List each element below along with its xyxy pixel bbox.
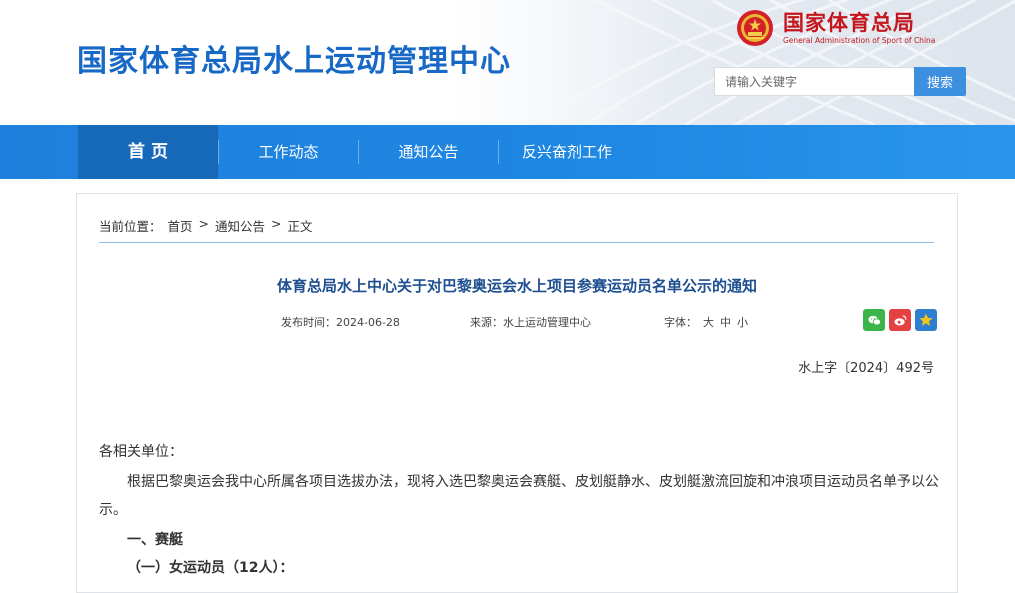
favorite-star-icon[interactable] (915, 309, 937, 331)
breadcrumb-separator: > (271, 216, 282, 231)
breadcrumb-separator: > (198, 216, 210, 231)
document-number: 水上字〔2024〕492号 (798, 361, 934, 376)
main-nav: 首 页 工作动态 通知公告 反兴奋剂工作 (0, 125, 1015, 179)
weibo-share-icon[interactable] (889, 309, 911, 331)
section-heading-rowing: 一、赛艇 (127, 532, 183, 548)
search-button[interactable]: 搜索 (914, 67, 966, 96)
font-size-large[interactable]: 大 (703, 314, 714, 330)
font-size-medium[interactable]: 中 (720, 314, 731, 330)
search-bar: 搜索 (714, 67, 966, 96)
breadcrumb-home[interactable]: 首页 (168, 216, 193, 235)
brand-name-en: General Administration of Sport of China (783, 36, 936, 45)
article-title: 体育总局水上中心关于对巴黎奥运会水上项目参赛运动员名单公示的通知 (276, 277, 757, 295)
font-size-small[interactable]: 小 (737, 314, 748, 330)
breadcrumb-notices[interactable]: 通知公告 (215, 216, 265, 235)
nav-item-notices[interactable]: 通知公告 (359, 125, 498, 179)
national-emblem-icon (737, 10, 773, 46)
nav-item-work-news[interactable]: 工作动态 (219, 125, 358, 179)
breadcrumb-divider (99, 242, 934, 243)
article-source: 来源：水上运动管理中心 (470, 316, 591, 329)
wechat-share-icon[interactable] (863, 309, 885, 331)
article-container: 当前位置： 首页 > 通知公告 > 正文 体育总局水上中心关于对巴黎奥运会水上项… (76, 193, 958, 593)
site-header: 国家体育总局水上运动管理中心 国家体育总局 General Administra… (0, 0, 1015, 125)
font-size-label: 字体： (664, 316, 697, 329)
breadcrumb-prefix: 当前位置： (99, 219, 162, 234)
font-size-control: 字体： 大 中 小 (664, 314, 754, 330)
brand-name-cn: 国家体育总局 (783, 11, 915, 35)
article-salutation: 各相关单位： (99, 444, 183, 460)
article-paragraph: 根据巴黎奥运会我中心所属各项目选拔办法，现将入选巴黎奥运会赛艇、皮划艇静水、皮划… (99, 474, 939, 518)
nav-item-anti-doping[interactable]: 反兴奋剂工作 (499, 125, 635, 179)
brand-logo[interactable]: 国家体育总局 General Administration of Sport o… (735, 8, 935, 48)
search-input[interactable] (714, 67, 914, 96)
publish-date: 发布时间：2024-06-28 (281, 316, 400, 329)
site-title[interactable]: 国家体育总局水上运动管理中心 (77, 36, 511, 80)
subsection-heading-women: （一）女运动员（12人）： (127, 560, 294, 576)
breadcrumb: 当前位置： 首页 > 通知公告 > 正文 (99, 216, 319, 235)
breadcrumb-current: 正文 (287, 219, 313, 234)
nav-item-home[interactable]: 首 页 (78, 125, 218, 179)
share-buttons (859, 309, 937, 331)
